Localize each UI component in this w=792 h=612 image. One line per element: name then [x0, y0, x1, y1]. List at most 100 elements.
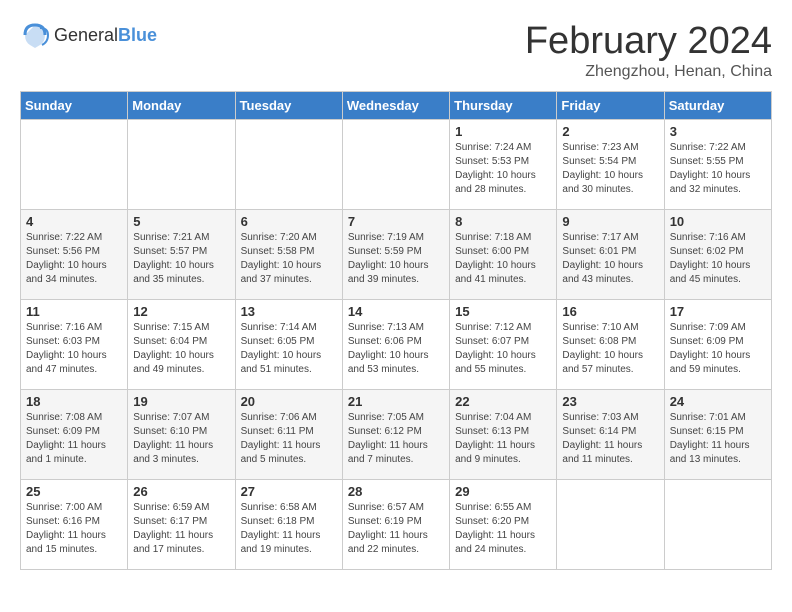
- day-number: 6: [241, 214, 337, 229]
- cell-content: Sunrise: 7:09 AM Sunset: 6:09 PM Dayligh…: [670, 321, 766, 377]
- header-monday: Monday: [128, 92, 235, 120]
- calendar-cell: 6 Sunrise: 7:20 AM Sunset: 5:58 PM Daylig…: [235, 210, 342, 300]
- day-number: 8: [455, 214, 551, 229]
- calendar-cell: [342, 120, 449, 210]
- day-number: 26: [133, 484, 229, 499]
- week-row-0: 1 Sunrise: 7:24 AM Sunset: 5:53 PM Daylig…: [21, 120, 772, 210]
- cell-content: Sunrise: 7:21 AM Sunset: 5:57 PM Dayligh…: [133, 231, 229, 287]
- day-number: 14: [348, 304, 444, 319]
- calendar-cell: [664, 480, 771, 570]
- cell-content: Sunrise: 6:58 AM Sunset: 6:18 PM Dayligh…: [241, 501, 337, 557]
- cell-content: Sunrise: 7:03 AM Sunset: 6:14 PM Dayligh…: [562, 411, 658, 467]
- header-wednesday: Wednesday: [342, 92, 449, 120]
- cell-content: Sunrise: 7:05 AM Sunset: 6:12 PM Dayligh…: [348, 411, 444, 467]
- calendar-cell: 3 Sunrise: 7:22 AM Sunset: 5:55 PM Daylig…: [664, 120, 771, 210]
- calendar-cell: 1 Sunrise: 7:24 AM Sunset: 5:53 PM Daylig…: [450, 120, 557, 210]
- calendar-cell: 27 Sunrise: 6:58 AM Sunset: 6:18 PM Dayli…: [235, 480, 342, 570]
- calendar-cell: 2Sunrise: 7:23 AM Sunset: 5:54 PM Daylig…: [557, 120, 664, 210]
- calendar-cell: [235, 120, 342, 210]
- calendar-cell: 26 Sunrise: 6:59 AM Sunset: 6:17 PM Dayli…: [128, 480, 235, 570]
- cell-content: Sunrise: 7:20 AM Sunset: 5:58 PM Dayligh…: [241, 231, 337, 287]
- calendar-cell: 29Sunrise: 6:55 AM Sunset: 6:20 PM Dayli…: [450, 480, 557, 570]
- day-number: 4: [26, 214, 122, 229]
- calendar-cell: 28Sunrise: 6:57 AM Sunset: 6:19 PM Dayli…: [342, 480, 449, 570]
- header-row: SundayMondayTuesdayWednesdayThursdayFrid…: [21, 92, 772, 120]
- week-row-4: 25 Sunrise: 7:00 AM Sunset: 6:16 PM Dayli…: [21, 480, 772, 570]
- cell-content: Sunrise: 7:14 AM Sunset: 6:05 PM Dayligh…: [241, 321, 337, 377]
- day-number: 22: [455, 394, 551, 409]
- calendar-body: 1 Sunrise: 7:24 AM Sunset: 5:53 PM Daylig…: [21, 120, 772, 570]
- cell-content: Sunrise: 7:06 AM Sunset: 6:11 PM Dayligh…: [241, 411, 337, 467]
- calendar-cell: 23Sunrise: 7:03 AM Sunset: 6:14 PM Dayli…: [557, 390, 664, 480]
- cell-content: Sunrise: 7:24 AM Sunset: 5:53 PM Dayligh…: [455, 141, 551, 197]
- calendar-cell: [21, 120, 128, 210]
- day-number: 12: [133, 304, 229, 319]
- header-tuesday: Tuesday: [235, 92, 342, 120]
- week-row-2: 11 Sunrise: 7:16 AM Sunset: 6:03 PM Dayli…: [21, 300, 772, 390]
- day-number: 1: [455, 124, 551, 139]
- calendar-cell: 13 Sunrise: 7:14 AM Sunset: 6:05 PM Dayli…: [235, 300, 342, 390]
- cell-content: Sunrise: 7:17 AM Sunset: 6:01 PM Dayligh…: [562, 231, 658, 287]
- title-block: February 2024 Zhengzhou, Henan, China: [525, 20, 772, 81]
- calendar-cell: 12 Sunrise: 7:15 AM Sunset: 6:04 PM Dayli…: [128, 300, 235, 390]
- calendar-cell: 16 Sunrise: 7:10 AM Sunset: 6:08 PM Dayli…: [557, 300, 664, 390]
- calendar-cell: 17 Sunrise: 7:09 AM Sunset: 6:09 PM Dayli…: [664, 300, 771, 390]
- calendar-cell: 10 Sunrise: 7:16 AM Sunset: 6:02 PM Dayli…: [664, 210, 771, 300]
- location: Zhengzhou, Henan, China: [525, 63, 772, 81]
- cell-content: Sunrise: 7:13 AM Sunset: 6:06 PM Dayligh…: [348, 321, 444, 377]
- calendar-cell: 7 Sunrise: 7:19 AM Sunset: 5:59 PM Daylig…: [342, 210, 449, 300]
- calendar-cell: 8 Sunrise: 7:18 AM Sunset: 6:00 PM Daylig…: [450, 210, 557, 300]
- calendar-cell: 24 Sunrise: 7:01 AM Sunset: 6:15 PM Dayli…: [664, 390, 771, 480]
- calendar-cell: 20Sunrise: 7:06 AM Sunset: 6:11 PM Dayli…: [235, 390, 342, 480]
- day-number: 18: [26, 394, 122, 409]
- day-number: 24: [670, 394, 766, 409]
- calendar-cell: 11 Sunrise: 7:16 AM Sunset: 6:03 PM Dayli…: [21, 300, 128, 390]
- calendar-table: SundayMondayTuesdayWednesdayThursdayFrid…: [20, 91, 772, 570]
- calendar-cell: 21Sunrise: 7:05 AM Sunset: 6:12 PM Dayli…: [342, 390, 449, 480]
- header-sunday: Sunday: [21, 92, 128, 120]
- cell-content: Sunrise: 6:57 AM Sunset: 6:19 PM Dayligh…: [348, 501, 444, 557]
- cell-content: Sunrise: 7:16 AM Sunset: 6:02 PM Dayligh…: [670, 231, 766, 287]
- day-number: 5: [133, 214, 229, 229]
- calendar-cell: 19Sunrise: 7:07 AM Sunset: 6:10 PM Dayli…: [128, 390, 235, 480]
- day-number: 25: [26, 484, 122, 499]
- cell-content: Sunrise: 7:01 AM Sunset: 6:15 PM Dayligh…: [670, 411, 766, 467]
- cell-content: Sunrise: 6:59 AM Sunset: 6:17 PM Dayligh…: [133, 501, 229, 557]
- cell-content: Sunrise: 7:07 AM Sunset: 6:10 PM Dayligh…: [133, 411, 229, 467]
- cell-content: Sunrise: 6:55 AM Sunset: 6:20 PM Dayligh…: [455, 501, 551, 557]
- header-saturday: Saturday: [664, 92, 771, 120]
- calendar-cell: 18Sunrise: 7:08 AM Sunset: 6:09 PM Dayli…: [21, 390, 128, 480]
- page-header: GeneralBlue February 2024 Zhengzhou, Hen…: [20, 20, 772, 81]
- calendar-cell: 25 Sunrise: 7:00 AM Sunset: 6:16 PM Dayli…: [21, 480, 128, 570]
- day-number: 10: [670, 214, 766, 229]
- cell-content: Sunrise: 7:19 AM Sunset: 5:59 PM Dayligh…: [348, 231, 444, 287]
- logo-text: GeneralBlue: [54, 25, 157, 46]
- calendar-cell: 15 Sunrise: 7:12 AM Sunset: 6:07 PM Dayli…: [450, 300, 557, 390]
- cell-content: Sunrise: 7:12 AM Sunset: 6:07 PM Dayligh…: [455, 321, 551, 377]
- day-number: 2: [562, 124, 658, 139]
- day-number: 27: [241, 484, 337, 499]
- day-number: 7: [348, 214, 444, 229]
- day-number: 17: [670, 304, 766, 319]
- cell-content: Sunrise: 7:10 AM Sunset: 6:08 PM Dayligh…: [562, 321, 658, 377]
- calendar-cell: 9Sunrise: 7:17 AM Sunset: 6:01 PM Daylig…: [557, 210, 664, 300]
- cell-content: Sunrise: 7:22 AM Sunset: 5:55 PM Dayligh…: [670, 141, 766, 197]
- cell-content: Sunrise: 7:18 AM Sunset: 6:00 PM Dayligh…: [455, 231, 551, 287]
- day-number: 13: [241, 304, 337, 319]
- day-number: 11: [26, 304, 122, 319]
- cell-content: Sunrise: 7:15 AM Sunset: 6:04 PM Dayligh…: [133, 321, 229, 377]
- calendar-cell: 14 Sunrise: 7:13 AM Sunset: 6:06 PM Dayli…: [342, 300, 449, 390]
- cell-content: Sunrise: 7:00 AM Sunset: 6:16 PM Dayligh…: [26, 501, 122, 557]
- header-friday: Friday: [557, 92, 664, 120]
- cell-content: Sunrise: 7:16 AM Sunset: 6:03 PM Dayligh…: [26, 321, 122, 377]
- month-title: February 2024: [525, 20, 772, 63]
- calendar-cell: 5 Sunrise: 7:21 AM Sunset: 5:57 PM Daylig…: [128, 210, 235, 300]
- cell-content: Sunrise: 7:22 AM Sunset: 5:56 PM Dayligh…: [26, 231, 122, 287]
- day-number: 3: [670, 124, 766, 139]
- calendar-cell: [128, 120, 235, 210]
- header-thursday: Thursday: [450, 92, 557, 120]
- logo: GeneralBlue: [20, 20, 157, 50]
- day-number: 15: [455, 304, 551, 319]
- logo-general: General: [54, 25, 118, 45]
- day-number: 16: [562, 304, 658, 319]
